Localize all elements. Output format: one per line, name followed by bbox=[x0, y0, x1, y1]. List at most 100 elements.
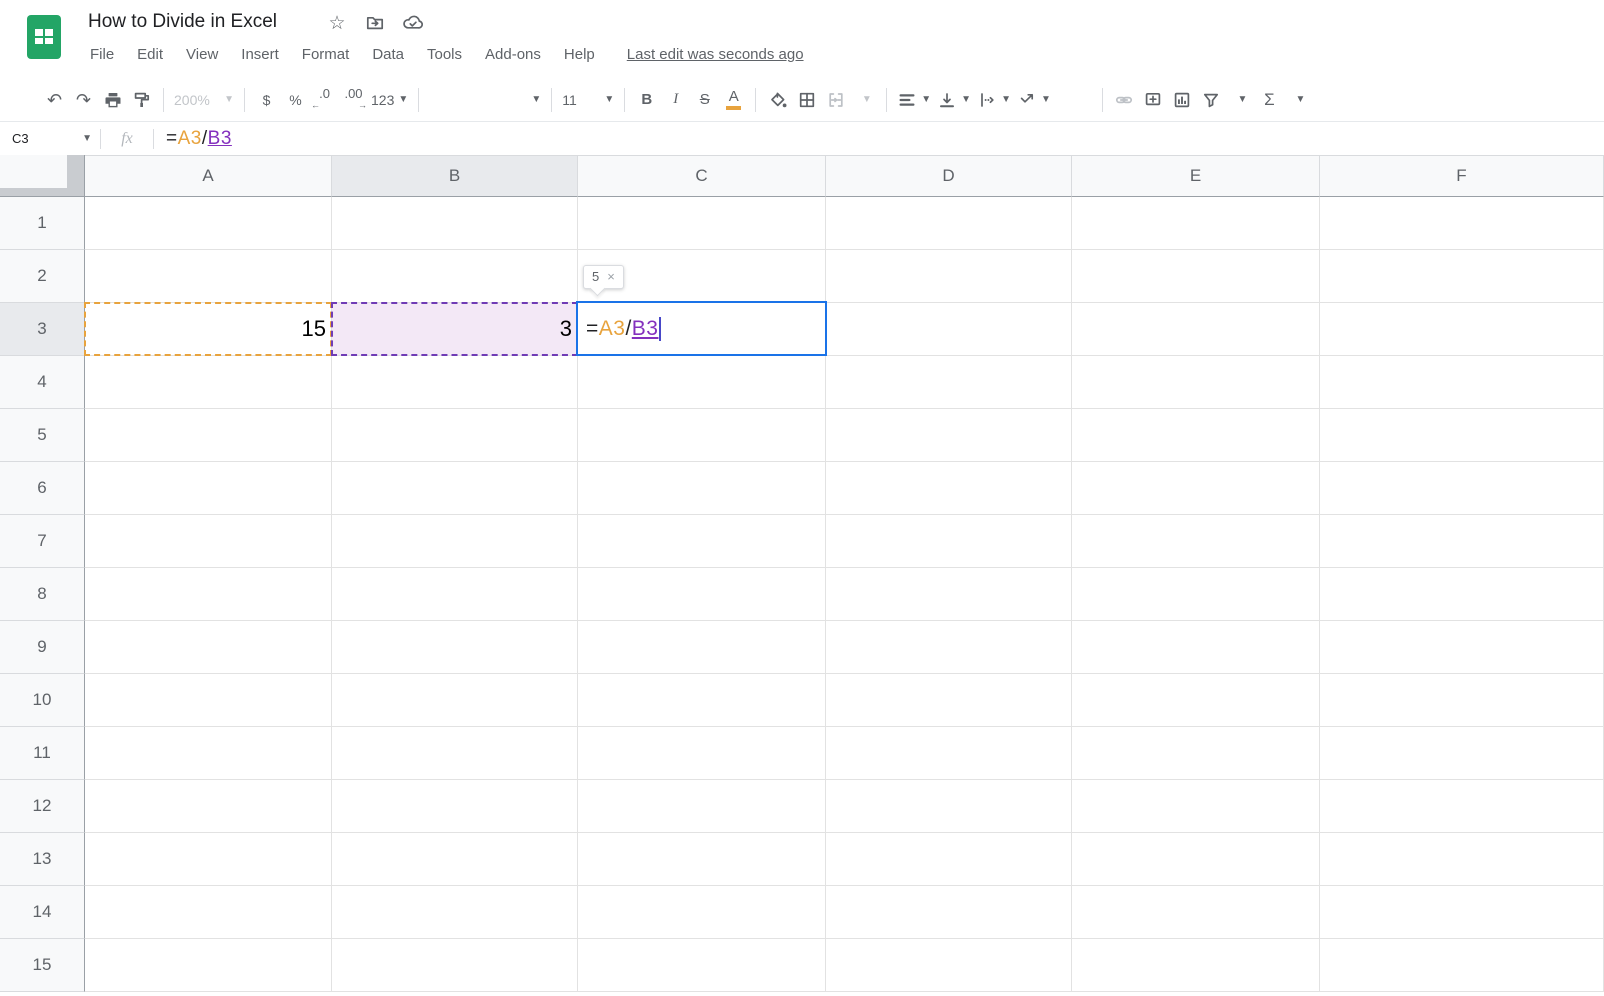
cell-A9[interactable] bbox=[85, 621, 332, 674]
cell-C4[interactable] bbox=[578, 356, 826, 409]
redo-button[interactable]: ↷ bbox=[69, 85, 98, 115]
cell-E4[interactable] bbox=[1072, 356, 1320, 409]
cell-F7[interactable] bbox=[1320, 515, 1604, 568]
italic-button[interactable]: I bbox=[661, 85, 690, 115]
cell-C1[interactable] bbox=[578, 197, 826, 250]
cell-B1[interactable] bbox=[332, 197, 578, 250]
cell-E12[interactable] bbox=[1072, 780, 1320, 833]
close-icon[interactable]: × bbox=[607, 270, 615, 283]
cell-D2[interactable] bbox=[826, 250, 1072, 303]
font-size-select[interactable]: 11 ▼ bbox=[559, 85, 617, 115]
menu-tools[interactable]: Tools bbox=[425, 45, 464, 64]
cell-C12[interactable] bbox=[578, 780, 826, 833]
cell-D10[interactable] bbox=[826, 674, 1072, 727]
text-wrap-button[interactable]: ▼ bbox=[974, 85, 1014, 115]
cell-F8[interactable] bbox=[1320, 568, 1604, 621]
row-header-5[interactable]: 5 bbox=[0, 409, 85, 462]
cell-F1[interactable] bbox=[1320, 197, 1604, 250]
cloud-saved-icon[interactable] bbox=[402, 12, 424, 34]
document-title[interactable]: How to Divide in Excel bbox=[88, 11, 277, 33]
row-header-8[interactable]: 8 bbox=[0, 568, 85, 621]
menu-add-ons[interactable]: Add-ons bbox=[483, 45, 543, 64]
cell-B6[interactable] bbox=[332, 462, 578, 515]
column-header-D[interactable]: D bbox=[826, 155, 1072, 197]
cell-D12[interactable] bbox=[826, 780, 1072, 833]
font-family-select[interactable]: ▼ bbox=[426, 85, 544, 115]
cell-A10[interactable] bbox=[85, 674, 332, 727]
cell-F13[interactable] bbox=[1320, 833, 1604, 886]
menu-data[interactable]: Data bbox=[370, 45, 406, 64]
row-header-9[interactable]: 9 bbox=[0, 621, 85, 674]
row-header-12[interactable]: 12 bbox=[0, 780, 85, 833]
filter-views-dropdown[interactable]: ▼ bbox=[1226, 85, 1255, 115]
cell-C9[interactable] bbox=[578, 621, 826, 674]
cell-D3[interactable] bbox=[826, 303, 1072, 356]
undo-button[interactable]: ↶ bbox=[40, 85, 69, 115]
cell-B13[interactable] bbox=[332, 833, 578, 886]
row-header-7[interactable]: 7 bbox=[0, 515, 85, 568]
text-color-button[interactable]: A bbox=[719, 85, 748, 115]
cell-D6[interactable] bbox=[826, 462, 1072, 515]
cell-E3[interactable] bbox=[1072, 303, 1320, 356]
cell-C7[interactable] bbox=[578, 515, 826, 568]
cell-F9[interactable] bbox=[1320, 621, 1604, 674]
cell-A3[interactable]: 15 bbox=[85, 303, 332, 356]
cell-C10[interactable] bbox=[578, 674, 826, 727]
formula-input[interactable]: =A3/B3 bbox=[166, 128, 232, 150]
insert-chart-button[interactable] bbox=[1168, 85, 1197, 115]
row-header-2[interactable]: 2 bbox=[0, 250, 85, 303]
insert-link-button[interactable] bbox=[1110, 85, 1139, 115]
cell-C13[interactable] bbox=[578, 833, 826, 886]
cell-D5[interactable] bbox=[826, 409, 1072, 462]
increase-decimal-button[interactable]: .00 → bbox=[339, 85, 368, 115]
cell-D11[interactable] bbox=[826, 727, 1072, 780]
cell-F12[interactable] bbox=[1320, 780, 1604, 833]
cell-A8[interactable] bbox=[85, 568, 332, 621]
fill-color-button[interactable] bbox=[763, 85, 792, 115]
cell-F2[interactable] bbox=[1320, 250, 1604, 303]
horizontal-align-button[interactable]: ▼ bbox=[894, 85, 934, 115]
cell-D4[interactable] bbox=[826, 356, 1072, 409]
cell-D8[interactable] bbox=[826, 568, 1072, 621]
cell-A4[interactable] bbox=[85, 356, 332, 409]
cell-E15[interactable] bbox=[1072, 939, 1320, 992]
column-header-C[interactable]: C bbox=[578, 155, 826, 197]
menu-help[interactable]: Help bbox=[562, 45, 597, 64]
cell-D1[interactable] bbox=[826, 197, 1072, 250]
insert-comment-button[interactable] bbox=[1139, 85, 1168, 115]
cell-F10[interactable] bbox=[1320, 674, 1604, 727]
cell-editor-c3[interactable]: =A3/B3 bbox=[576, 301, 827, 356]
row-header-10[interactable]: 10 bbox=[0, 674, 85, 727]
cell-E2[interactable] bbox=[1072, 250, 1320, 303]
cell-D13[interactable] bbox=[826, 833, 1072, 886]
print-button[interactable] bbox=[98, 85, 127, 115]
column-header-B[interactable]: B bbox=[332, 155, 578, 197]
cell-A15[interactable] bbox=[85, 939, 332, 992]
row-header-1[interactable]: 1 bbox=[0, 197, 85, 250]
cell-D14[interactable] bbox=[826, 886, 1072, 939]
row-header-13[interactable]: 13 bbox=[0, 833, 85, 886]
number-format-button[interactable]: 123 ▼ bbox=[368, 85, 411, 115]
column-header-F[interactable]: F bbox=[1320, 155, 1604, 197]
menu-file[interactable]: File bbox=[88, 45, 116, 64]
vertical-align-button[interactable]: ▼ bbox=[934, 85, 974, 115]
menu-insert[interactable]: Insert bbox=[239, 45, 281, 64]
cell-A13[interactable] bbox=[85, 833, 332, 886]
cell-C15[interactable] bbox=[578, 939, 826, 992]
cell-A12[interactable] bbox=[85, 780, 332, 833]
menu-view[interactable]: View bbox=[184, 45, 220, 64]
cell-B7[interactable] bbox=[332, 515, 578, 568]
menu-edit[interactable]: Edit bbox=[135, 45, 165, 64]
move-folder-icon[interactable] bbox=[364, 12, 386, 34]
last-edit-status[interactable]: Last edit was seconds ago bbox=[627, 46, 804, 63]
cell-A6[interactable] bbox=[85, 462, 332, 515]
cell-B15[interactable] bbox=[332, 939, 578, 992]
cell-F5[interactable] bbox=[1320, 409, 1604, 462]
strikethrough-button[interactable]: S bbox=[690, 85, 719, 115]
cell-E6[interactable] bbox=[1072, 462, 1320, 515]
select-all-corner[interactable] bbox=[0, 155, 85, 197]
cell-B12[interactable] bbox=[332, 780, 578, 833]
text-rotation-button[interactable]: ▼ bbox=[1014, 85, 1054, 115]
cell-C6[interactable] bbox=[578, 462, 826, 515]
cell-C14[interactable] bbox=[578, 886, 826, 939]
